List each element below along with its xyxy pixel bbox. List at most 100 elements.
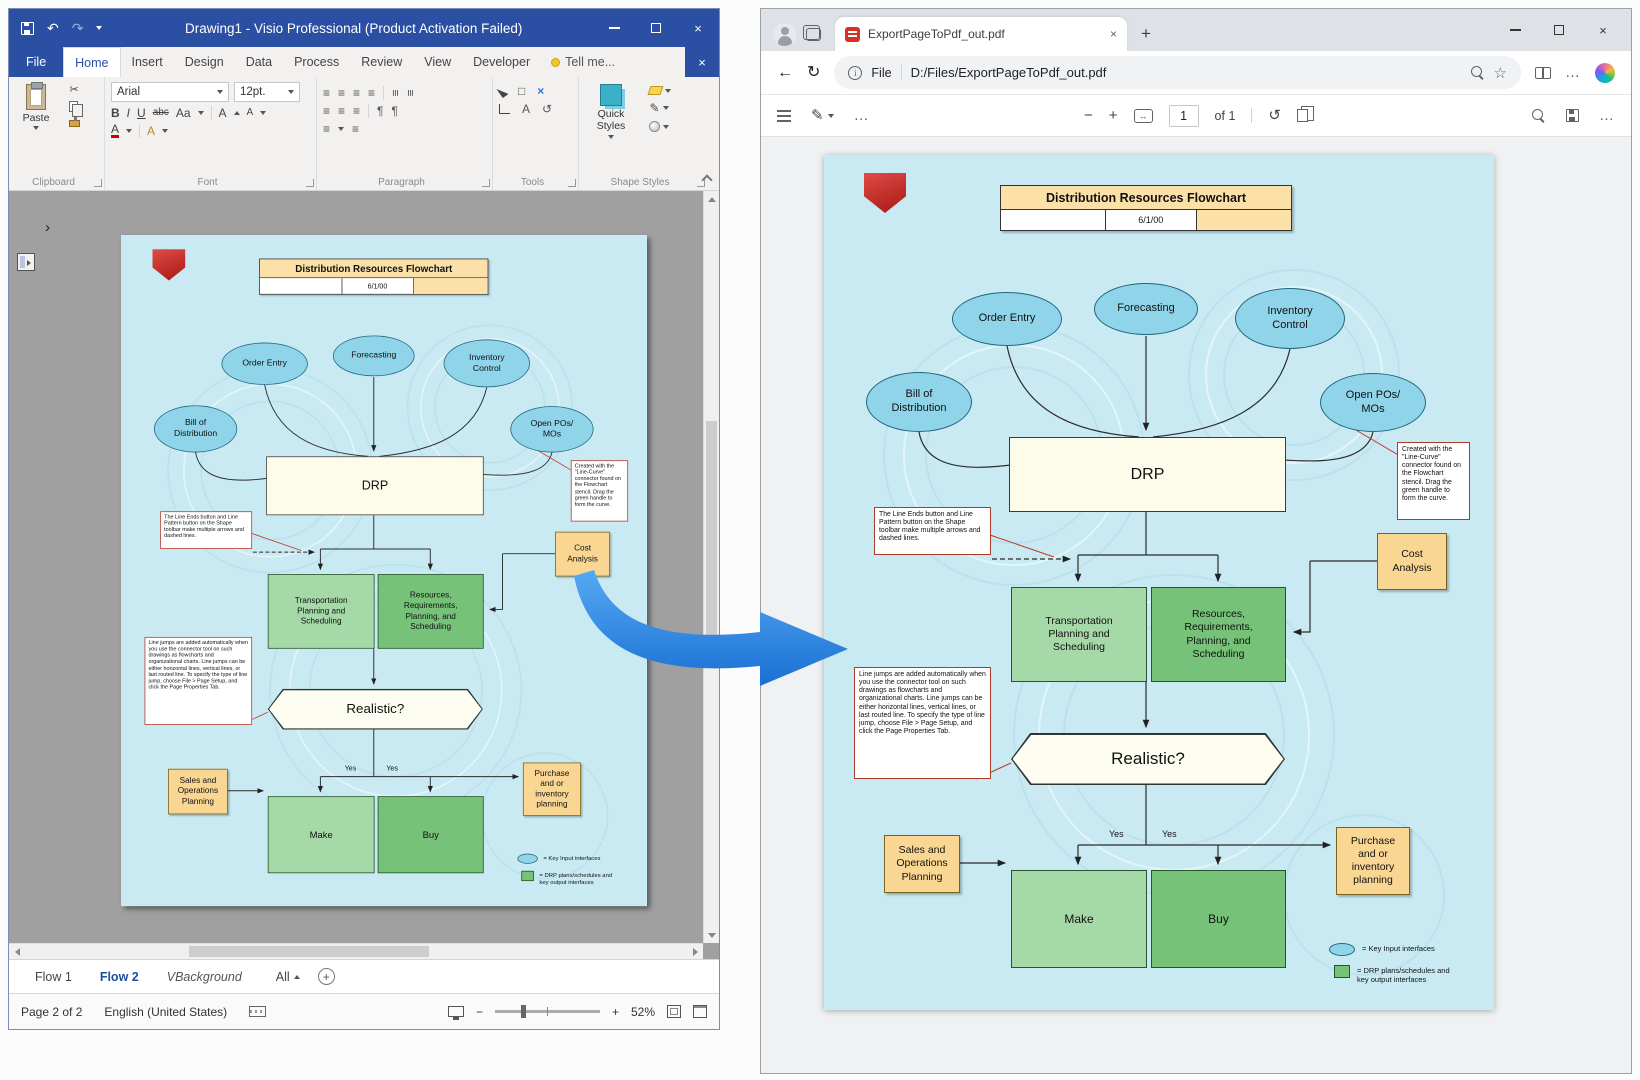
delete-tool-icon[interactable]: ×: [537, 84, 544, 98]
shape-cost-analysis[interactable]: Cost Analysis: [1377, 533, 1447, 590]
fit-to-width-icon[interactable]: ↔: [1134, 109, 1153, 123]
align-right-icon[interactable]: ≡: [353, 86, 360, 100]
tab-actions-icon[interactable]: [806, 28, 821, 41]
shape-purchase-inventory[interactable]: Purchase and or inventory planning: [1336, 827, 1410, 895]
zoom-slider-thumb[interactable]: [521, 1005, 526, 1018]
annotation-line-ends[interactable]: The Line Ends button and Line Pattern bu…: [160, 511, 252, 549]
copy-button[interactable]: [69, 101, 78, 112]
connector-tool-icon[interactable]: [499, 104, 510, 114]
tell-me-box[interactable]: Tell me...: [541, 47, 625, 77]
zoom-in-icon[interactable]: +: [1109, 108, 1118, 123]
language-indicator[interactable]: English (United States): [104, 1005, 227, 1019]
shape-order-entry[interactable]: Order Entry: [221, 343, 307, 385]
rotate-tool-icon[interactable]: ↺: [542, 102, 552, 116]
shape-make[interactable]: Make: [1011, 870, 1147, 968]
maximize-button[interactable]: [1537, 13, 1581, 47]
font-color-button[interactable]: A: [111, 124, 119, 138]
shape-inventory-control[interactable]: Inventory Control: [1235, 288, 1345, 349]
page-tab-flow2[interactable]: Flow 2: [88, 970, 151, 984]
shape-resources-requirements[interactable]: Resources, Requirements, Planning, and S…: [1151, 587, 1286, 682]
clipboard-dialog-launcher[interactable]: [94, 179, 102, 187]
line-spacing-icon[interactable]: ≡: [323, 122, 330, 136]
shape-forecasting[interactable]: Forecasting: [333, 335, 415, 376]
strikethrough-button[interactable]: abc: [153, 108, 169, 118]
underline-button[interactable]: U: [137, 107, 146, 119]
font-size-select[interactable]: 12pt.: [234, 82, 300, 102]
paragraph-dialog-launcher[interactable]: [482, 179, 490, 187]
grow-font-button[interactable]: A: [219, 107, 227, 119]
rotate-pages-icon[interactable]: ↺: [1268, 108, 1281, 123]
format-painter-button[interactable]: [69, 120, 80, 127]
tab-file[interactable]: File: [9, 47, 63, 77]
annotation-line-jumps[interactable]: Line jumps are added automatically when …: [145, 637, 253, 725]
shape-transportation-planning[interactable]: Transportation Planning and Scheduling: [1011, 587, 1147, 682]
customize-qat-icon[interactable]: [96, 26, 102, 30]
refresh-icon[interactable]: ↻: [807, 65, 820, 81]
tab-process[interactable]: Process: [283, 47, 350, 77]
shape-realistic-decision[interactable]: Realistic?: [1011, 733, 1285, 785]
expand-panel-chevron-icon[interactable]: ›: [45, 219, 50, 236]
shape-inventory-control[interactable]: Inventory Control: [444, 339, 530, 387]
increase-indent-icon[interactable]: ≡: [353, 104, 360, 118]
annotation-line-jumps[interactable]: Line jumps are added automatically when …: [854, 667, 991, 779]
shape-resources-requirements[interactable]: Resources, Requirements, Planning, and S…: [378, 574, 484, 649]
url-field[interactable]: i File D:/Files/ExportPageToPdf_out.pdf …: [834, 56, 1521, 89]
pointer-tool-icon[interactable]: [496, 84, 508, 97]
font-dialog-launcher[interactable]: [306, 179, 314, 187]
shape-sales-operations[interactable]: Sales and Operations Planning: [168, 769, 228, 815]
document-close-icon[interactable]: ×: [685, 47, 719, 77]
switch-windows-icon[interactable]: [693, 1005, 707, 1018]
shape-bill-of-distribution[interactable]: Bill of Distribution: [154, 405, 237, 452]
pdf-save-icon[interactable]: [1566, 109, 1579, 122]
annotation-line-curve[interactable]: Created with the "Line-Curve" connector …: [1397, 442, 1470, 520]
line-icon[interactable]: ✎: [649, 101, 659, 115]
shape-open-pos-mos[interactable]: Open POs/ MOs: [510, 406, 593, 452]
insert-page-button[interactable]: +: [318, 968, 335, 985]
back-icon[interactable]: ←: [777, 65, 793, 81]
tab-insert[interactable]: Insert: [121, 47, 174, 77]
minimize-button[interactable]: [1493, 13, 1537, 47]
shape-purchase-inventory[interactable]: Purchase and or inventory planning: [523, 763, 581, 816]
close-button[interactable]: ×: [677, 9, 719, 47]
tab-view[interactable]: View: [413, 47, 462, 77]
zoom-indicator-icon[interactable]: [1471, 66, 1485, 80]
pdf-search-icon[interactable]: [1532, 109, 1546, 123]
page-view-icon[interactable]: [1297, 109, 1308, 122]
shrink-font-button[interactable]: A: [247, 108, 254, 118]
new-tab-button[interactable]: +: [1135, 17, 1157, 51]
decrease-indent-icon[interactable]: ≡: [338, 104, 345, 118]
pdf-viewer-content[interactable]: Distribution Resources Flowchart 6/1/00 …: [761, 137, 1631, 1073]
font-family-select[interactable]: Arial: [111, 82, 229, 102]
tab-review[interactable]: Review: [350, 47, 413, 77]
horizontal-scrollbar-thumb[interactable]: [189, 946, 429, 957]
site-info-icon[interactable]: i: [848, 66, 862, 80]
shape-drp[interactable]: DRP: [266, 456, 483, 515]
settings-more-icon[interactable]: …: [1565, 64, 1581, 81]
text-highlight-button[interactable]: A: [147, 125, 155, 137]
change-case-button[interactable]: Aa: [176, 107, 191, 119]
minimize-button[interactable]: [593, 9, 635, 47]
zoom-out-icon[interactable]: −: [1084, 108, 1093, 123]
quick-styles-button[interactable]: Quick Styles: [585, 82, 637, 139]
pdf-more-settings-icon[interactable]: …: [1599, 107, 1615, 124]
profile-avatar-icon[interactable]: [773, 23, 796, 46]
justify-icon[interactable]: ≡: [368, 86, 375, 100]
text-direction-icon[interactable]: ¶: [377, 104, 383, 118]
save-icon[interactable]: [21, 22, 34, 35]
scroll-down-icon[interactable]: [704, 927, 719, 943]
browser-tab[interactable]: ExportPageToPdf_out.pdf ×: [835, 17, 1127, 51]
rotate-text-icon[interactable]: ¶: [392, 104, 398, 118]
macro-record-icon[interactable]: [249, 1006, 266, 1017]
bold-button[interactable]: B: [111, 107, 120, 119]
scroll-left-icon[interactable]: [9, 944, 25, 959]
shape-transportation-planning[interactable]: Transportation Planning and Scheduling: [268, 574, 375, 649]
table-of-contents-icon[interactable]: [777, 110, 791, 122]
tools-dialog-launcher[interactable]: [568, 179, 576, 187]
shape-buy[interactable]: Buy: [1151, 870, 1286, 968]
flowchart-title-block[interactable]: Distribution Resources Flowchart 6/1/00: [1000, 185, 1292, 231]
presentation-mode-icon[interactable]: [448, 1006, 464, 1017]
shapes-panel-icon[interactable]: [17, 253, 35, 271]
paragraph-options-icon[interactable]: ≡: [352, 122, 359, 136]
fit-page-icon[interactable]: [667, 1005, 681, 1018]
tab-developer[interactable]: Developer: [462, 47, 541, 77]
